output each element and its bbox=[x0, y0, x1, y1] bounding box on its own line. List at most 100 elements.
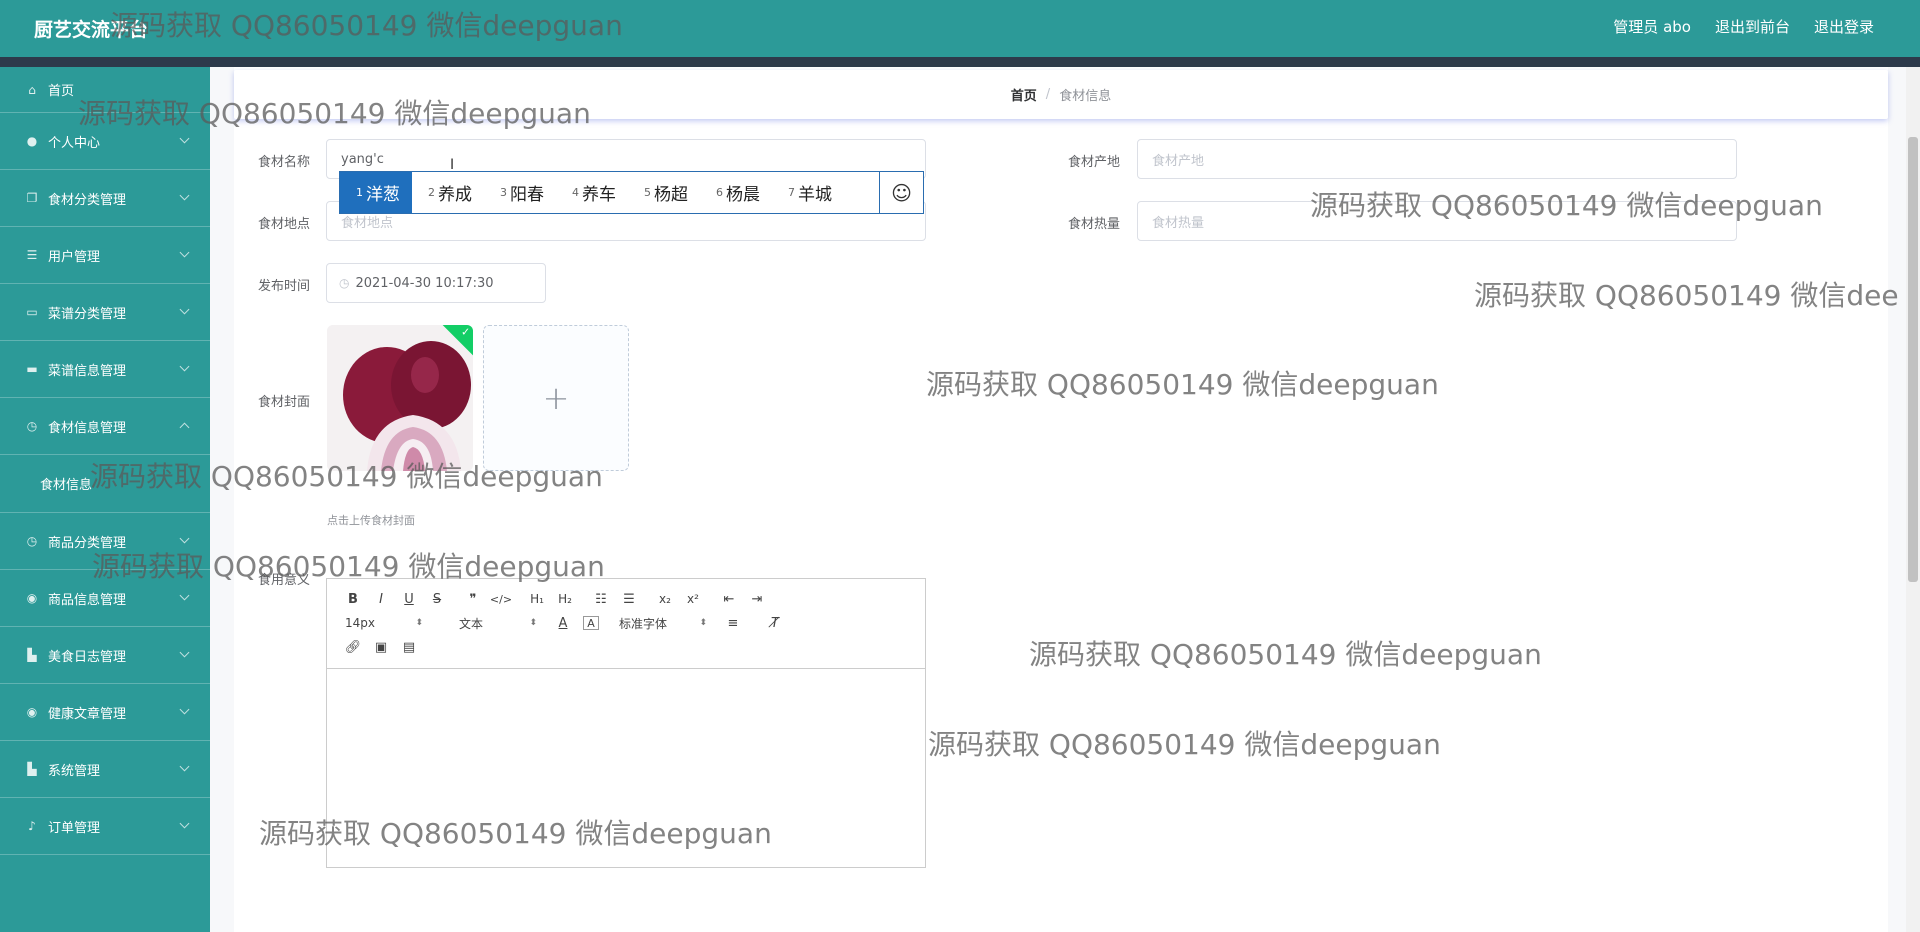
chevron-updown-icon: ⬍ bbox=[699, 618, 707, 628]
origin-input[interactable]: 食材产地 bbox=[1137, 139, 1737, 179]
ime-candidate-text: 养成 bbox=[438, 185, 472, 205]
time-value: 2021-04-30 10:17:30 bbox=[355, 275, 494, 291]
blockquote-icon[interactable]: ❞ bbox=[459, 588, 487, 610]
page-scrollbar[interactable] bbox=[1906, 67, 1920, 932]
indent-icon[interactable]: ⇥ bbox=[743, 588, 771, 610]
emoji-icon[interactable]: ☺ bbox=[879, 172, 923, 213]
editor-content[interactable] bbox=[327, 669, 925, 867]
video-icon[interactable]: ▤ bbox=[395, 636, 423, 658]
monitor-icon: ▬ bbox=[26, 362, 38, 376]
chevron-down-icon bbox=[179, 190, 190, 201]
ime-candidate[interactable]: 2 养成 bbox=[412, 172, 484, 213]
clock-icon: ◷ bbox=[26, 534, 38, 548]
chevron-down-icon bbox=[179, 590, 190, 601]
subscript-icon[interactable]: x₂ bbox=[651, 588, 679, 610]
sidebar-item-health-article[interactable]: ◉ 健康文章管理 bbox=[0, 684, 210, 741]
ime-candidate-number: 3 bbox=[500, 186, 507, 199]
sidebar-item-label: 菜谱分类管理 bbox=[48, 306, 127, 322]
sidebar-item-orders[interactable]: ♪ 订单管理 bbox=[0, 798, 210, 855]
copy-icon: ❐ bbox=[26, 191, 38, 205]
chevron-down-icon bbox=[179, 761, 190, 772]
origin-label: 食材产地 bbox=[1068, 155, 1121, 170]
ordered-list-icon[interactable]: ☷ bbox=[587, 588, 615, 610]
header-divider bbox=[0, 57, 1920, 67]
font-family-select[interactable]: 标准字体 ⬍ bbox=[613, 612, 713, 634]
background-color-icon[interactable]: A bbox=[583, 616, 599, 630]
clear-format-icon[interactable]: T̸ bbox=[761, 612, 789, 634]
ime-candidate-number: 5 bbox=[644, 186, 651, 199]
sidebar-item-profile[interactable]: ● 个人中心 bbox=[0, 113, 210, 170]
ime-candidate[interactable]: 5 杨超 bbox=[628, 172, 700, 213]
chevron-down-icon bbox=[179, 533, 190, 544]
scrollbar-thumb[interactable] bbox=[1908, 137, 1918, 582]
ime-candidate[interactable]: 1 洋葱 bbox=[340, 172, 412, 213]
bar-icon: ▙ bbox=[27, 762, 37, 776]
heading2-icon[interactable]: H₂ bbox=[551, 588, 579, 610]
time-label: 发布时间 bbox=[258, 279, 311, 294]
location-label: 食材地点 bbox=[258, 217, 311, 232]
text-cursor-icon: I bbox=[450, 157, 455, 173]
sidebar-item-product-info[interactable]: ◉ 商品信息管理 bbox=[0, 570, 210, 627]
sidebar-item-product-category[interactable]: ◷ 商品分类管理 bbox=[0, 513, 210, 570]
sidebar-item-label: 个人中心 bbox=[48, 135, 101, 151]
sidebar-item-label: 商品信息管理 bbox=[48, 592, 127, 608]
upload-add-button[interactable]: + bbox=[483, 325, 629, 471]
heading1-icon[interactable]: H₁ bbox=[523, 588, 551, 610]
cover-image-thumbnail[interactable]: ✓ bbox=[327, 325, 473, 471]
sidebar-item-label: 商品分类管理 bbox=[48, 535, 127, 551]
plus-icon: + bbox=[542, 379, 570, 417]
compass-icon: ◉ bbox=[26, 705, 38, 719]
bar-icon: ▙ bbox=[27, 648, 37, 662]
bold-icon[interactable]: B bbox=[339, 588, 367, 610]
ime-candidate-text: 洋葱 bbox=[366, 185, 400, 205]
align-icon[interactable]: ≡ bbox=[719, 612, 747, 634]
sidebar-item-recipe-category[interactable]: ▭ 菜谱分类管理 bbox=[0, 284, 210, 341]
sidebar-item-ingredient-category[interactable]: ❐ 食材分类管理 bbox=[0, 170, 210, 227]
chevron-down-icon bbox=[179, 133, 190, 144]
clock-icon: ◷ bbox=[339, 276, 350, 290]
outdent-icon[interactable]: ⇤ bbox=[715, 588, 743, 610]
header-select[interactable]: 文本 ⬍ bbox=[453, 612, 543, 634]
sidebar-item-label: 美食日志管理 bbox=[48, 649, 127, 665]
breadcrumb-home[interactable]: 首页 bbox=[1011, 85, 1037, 104]
sidebar-item-home[interactable]: ⌂ 首页 bbox=[0, 67, 210, 113]
check-icon: ✓ bbox=[461, 325, 471, 339]
bullet-list-icon[interactable]: ☰ bbox=[615, 588, 643, 610]
sidebar-item-users[interactable]: ☰ 用户管理 bbox=[0, 227, 210, 284]
sidebar-subitem-ingredient-info[interactable]: 食材信息 bbox=[0, 455, 210, 513]
ime-candidate[interactable]: 4 养车 bbox=[556, 172, 628, 213]
chevron-down-icon bbox=[179, 704, 190, 715]
logout-link[interactable]: 退出登录 bbox=[1814, 16, 1874, 37]
sidebar-item-system[interactable]: ▙ 系统管理 bbox=[0, 741, 210, 798]
rich-text-editor: B I U S ❞ </> H₁ H₂ ☷ ☰ x₂ x² ⇤ ⇥ 14px ⬍ … bbox=[326, 578, 926, 868]
ime-candidate-number: 7 bbox=[788, 186, 795, 199]
to-front-link[interactable]: 退出到前台 bbox=[1715, 16, 1790, 37]
image-icon[interactable]: ▣ bbox=[367, 636, 395, 658]
sidebar-item-food-log[interactable]: ▙ 美食日志管理 bbox=[0, 627, 210, 684]
superscript-icon[interactable]: x² bbox=[679, 588, 707, 610]
time-picker[interactable]: ◷ 2021-04-30 10:17:30 bbox=[326, 263, 546, 303]
italic-icon[interactable]: I bbox=[367, 588, 395, 610]
underline-icon[interactable]: U bbox=[395, 588, 423, 610]
chevron-down-icon bbox=[179, 361, 190, 372]
font-family-value: 标准字体 bbox=[619, 616, 668, 631]
name-label: 食材名称 bbox=[258, 155, 311, 170]
ime-candidate[interactable]: 7 羊城 bbox=[772, 172, 844, 213]
code-block-icon[interactable]: </> bbox=[487, 588, 515, 610]
font-size-select[interactable]: 14px ⬍ bbox=[339, 612, 429, 634]
font-color-icon[interactable]: A bbox=[549, 612, 577, 634]
sidebar-item-ingredient-info[interactable]: ◷ 食材信息管理 bbox=[0, 398, 210, 455]
ime-candidate[interactable]: 3 阳春 bbox=[484, 172, 556, 213]
sidebar-item-label: 首页 bbox=[48, 84, 75, 99]
calorie-input[interactable]: 食材热量 bbox=[1137, 201, 1737, 241]
link-icon[interactable]: 🔗︎ bbox=[339, 636, 367, 658]
ime-candidate[interactable]: 6 杨晨 bbox=[700, 172, 772, 213]
sidebar-item-recipe-info[interactable]: ▬ 菜谱信息管理 bbox=[0, 341, 210, 398]
admin-user-label: 管理员 abo bbox=[1613, 18, 1691, 36]
sidebar-item-label: 菜谱信息管理 bbox=[48, 363, 127, 379]
sidebar-item-label: 食材信息管理 bbox=[48, 420, 127, 436]
header-actions: 管理员 abo 退出到前台 退出登录 bbox=[1613, 16, 1874, 37]
cover-label: 食材封面 bbox=[258, 395, 311, 410]
strikethrough-icon[interactable]: S bbox=[423, 588, 451, 610]
compass-icon: ◉ bbox=[26, 591, 38, 605]
